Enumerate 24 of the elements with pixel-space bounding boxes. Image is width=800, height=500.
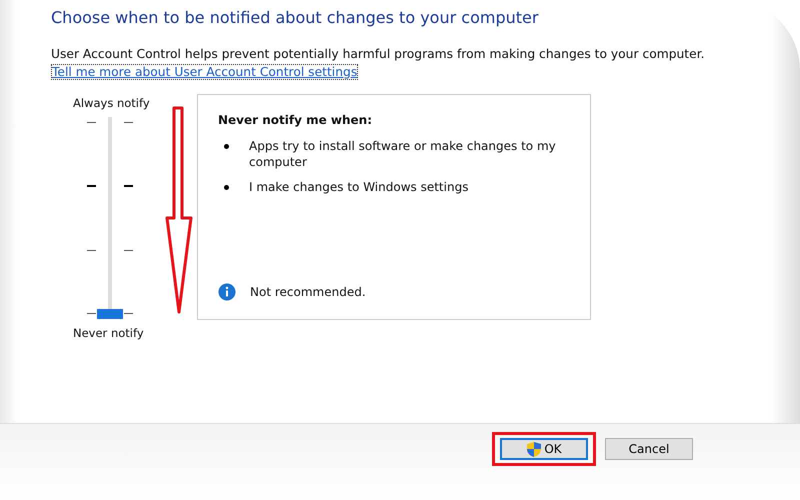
bullet-icon xyxy=(224,185,229,190)
info-icon xyxy=(218,283,236,301)
panel-title: Never notify me when: xyxy=(218,113,374,127)
tick-mark xyxy=(124,250,133,251)
bullet-text: Apps try to install software or make changes to my computer xyxy=(249,139,557,170)
tick-mark xyxy=(87,185,96,188)
bullet-text: I make changes to Windows settings xyxy=(249,180,468,196)
tick-mark xyxy=(87,312,96,314)
description-text: User Account Control helps prevent potentially harmful programs from making changes to your computer. xyxy=(51,47,706,61)
slider-bottom-label: Never notify xyxy=(73,326,145,340)
shield-icon xyxy=(526,440,542,458)
slider-thumb[interactable] xyxy=(97,309,123,319)
tick-mark xyxy=(124,122,133,123)
dialog-heading: Choose when to be notified about changes to your computer xyxy=(51,8,540,27)
cancel-button[interactable]: Cancel xyxy=(605,438,693,460)
tick-mark xyxy=(87,122,96,123)
help-link[interactable]: Tell me more about User Account Control settings xyxy=(51,64,358,80)
bullet-icon xyxy=(224,144,229,149)
ok-button[interactable]: OK xyxy=(500,438,588,460)
slider-top-label: Always notify xyxy=(73,96,151,110)
note-text: Not recommended. xyxy=(250,285,366,299)
tick-mark xyxy=(124,312,133,314)
tick-mark xyxy=(87,250,96,251)
tick-mark xyxy=(124,185,133,188)
